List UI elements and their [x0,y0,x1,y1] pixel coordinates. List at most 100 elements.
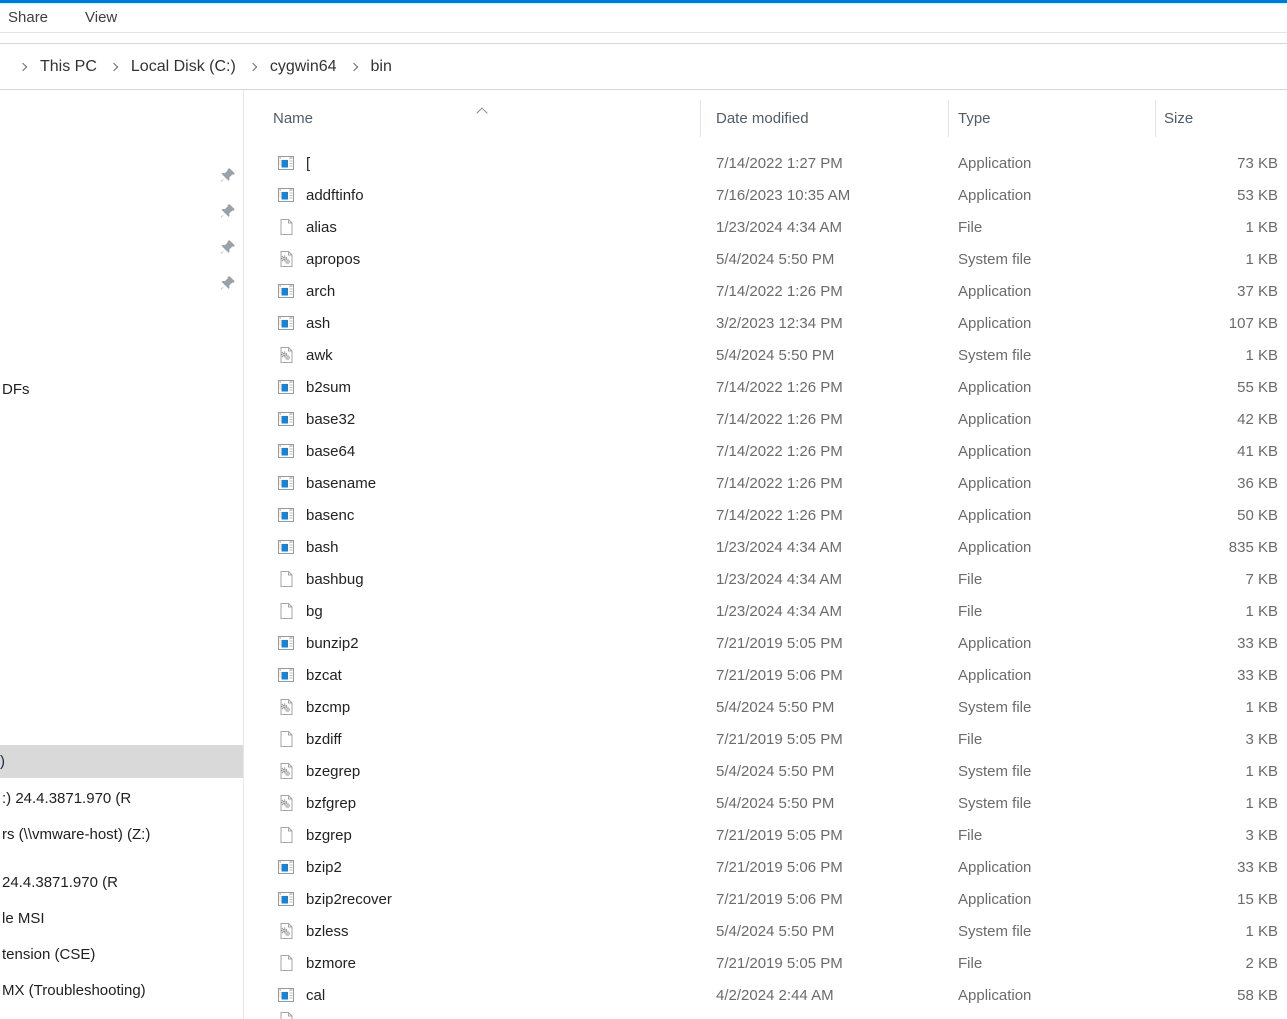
file-name: bzcmp [306,699,350,716]
file-row[interactable]: bzmore7/21/2019 5:05 PMFile2 KB [244,947,1287,979]
file-row[interactable]: alias1/23/2024 4:34 AMFile1 KB [244,211,1287,243]
file-type: Application [948,667,1155,684]
file-row[interactable]: b2sum7/14/2022 1:26 PMApplication55 KB [244,371,1287,403]
chevron-right-icon[interactable] [349,62,357,70]
breadcrumb-local-disk-c[interactable]: Local Disk (C:) [129,54,238,80]
file-row[interactable]: bzfgrep5/4/2024 5:50 PMSystem file1 KB [244,787,1287,819]
file-date-modified: 7/21/2019 5:05 PM [700,827,948,844]
system-file-icon [278,923,294,939]
column-header-type[interactable]: Type [958,100,991,138]
sidebar-item[interactable]: DFs [2,380,30,400]
file-type: Application [948,507,1155,524]
file-name: bash [306,539,339,556]
column-divider[interactable] [1155,100,1156,137]
file-type: Application [948,315,1155,332]
file-row[interactable]: bash1/23/2024 4:34 AMApplication835 KB [244,531,1287,563]
file-row[interactable]: bg1/23/2024 4:34 AMFile1 KB [244,595,1287,627]
menu-tab-view[interactable]: View [85,3,117,33]
file-row[interactable]: addftinfo7/16/2023 10:35 AMApplication53… [244,179,1287,211]
file-name-cell: b2sum [244,379,700,396]
file-row[interactable]: cal4/2/2024 2:44 AMApplication58 KB [244,979,1287,1011]
application-icon [278,187,294,203]
file-row[interactable]: base647/14/2022 1:26 PMApplication41 KB [244,435,1287,467]
column-divider[interactable] [948,100,949,137]
sidebar-item[interactable]: 24.4.3871.970 (R [2,873,118,893]
column-header-date-modified[interactable]: Date modified [716,100,809,138]
file-size: 1 KB [1155,923,1278,940]
pushpin-icon[interactable] [219,166,237,184]
file-row[interactable]: bzcmp5/4/2024 5:50 PMSystem file1 KB [244,691,1287,723]
application-icon [278,283,294,299]
file-row[interactable]: bzip27/21/2019 5:06 PMApplication33 KB [244,851,1287,883]
file-name: bzcat [306,667,342,684]
chevron-right-icon[interactable] [19,62,27,70]
file-name-cell: bzcat [244,667,700,684]
column-header-name[interactable]: Name [273,100,313,138]
file-size: 53 KB [1155,187,1278,204]
file-row[interactable]: bzegrep5/4/2024 5:50 PMSystem file1 KB [244,755,1287,787]
file-row[interactable]: [7/14/2022 1:27 PMApplication73 KB [244,147,1287,179]
file-date-modified: 7/21/2019 5:06 PM [700,859,948,876]
file-row[interactable]: ash3/2/2023 12:34 PMApplication107 KB [244,307,1287,339]
file-type: System file [948,251,1155,268]
file-type: Application [948,155,1155,172]
sort-ascending-icon[interactable] [476,107,487,118]
file-name: bzip2 [306,859,342,876]
file-row[interactable]: base327/14/2022 1:26 PMApplication42 KB [244,403,1287,435]
file-date-modified: 4/2/2024 2:44 AM [700,987,948,1004]
file-row[interactable]: bzgrep7/21/2019 5:05 PMFile3 KB [244,819,1287,851]
file-type: Application [948,443,1155,460]
file-row[interactable]: apropos5/4/2024 5:50 PMSystem file1 KB [244,243,1287,275]
column-divider[interactable] [700,100,701,137]
file-name: apropos [306,251,360,268]
file-name-cell: bzless [244,923,700,940]
file-size: 1 KB [1155,603,1278,620]
breadcrumb-this-pc[interactable]: This PC [38,54,99,80]
file-row[interactable]: bunzip27/21/2019 5:05 PMApplication33 KB [244,627,1287,659]
file-date-modified: 7/16/2023 10:35 AM [700,187,948,204]
file-name-cell: addftinfo [244,187,700,204]
file-row[interactable]: bzip2recover7/21/2019 5:06 PMApplication… [244,883,1287,915]
sidebar-item[interactable]: le MSI [2,909,45,929]
file-row[interactable]: awk5/4/2024 5:50 PMSystem file1 KB [244,339,1287,371]
file-row[interactable]: arch7/14/2022 1:26 PMApplication37 KB [244,275,1287,307]
pushpin-icon[interactable] [219,202,237,220]
column-header-size[interactable]: Size [1164,100,1193,138]
file-type: File [948,731,1155,748]
file-type: Application [948,987,1155,1004]
file-row[interactable]: bzdiff7/21/2019 5:05 PMFile3 KB [244,723,1287,755]
sidebar-item-selected[interactable]: ) [0,745,243,778]
menu-tab-share[interactable]: Share [8,3,48,33]
file-size: 2 KB [1155,955,1278,972]
file-row[interactable]: basename7/14/2022 1:26 PMApplication36 K… [244,467,1287,499]
file-row[interactable]: basenc7/14/2022 1:26 PMApplication50 KB [244,499,1287,531]
file-name: bzegrep [306,763,360,780]
application-icon [278,315,294,331]
pushpin-icon[interactable] [219,274,237,292]
file-date-modified: 1/23/2024 4:34 AM [700,571,948,588]
file-name: ash [306,315,330,332]
chevron-right-icon[interactable] [110,62,118,70]
file-date-modified: 5/4/2024 5:50 PM [700,923,948,940]
sidebar-item[interactable]: MX (Troubleshooting) [2,981,146,1001]
file-name: bzless [306,923,349,940]
file-name: bzmore [306,955,356,972]
sidebar-item[interactable]: rs (\\vmware-host) (Z:) [2,825,150,845]
system-file-icon [278,347,294,363]
breadcrumb-cygwin64[interactable]: cygwin64 [268,54,339,80]
file-name: bzgrep [306,827,352,844]
file-name-cell: awk [244,347,700,364]
address-bar[interactable]: This PC Local Disk (C:) cygwin64 bin [0,43,1287,90]
file-row[interactable]: bashbug1/23/2024 4:34 AMFile7 KB [244,563,1287,595]
chevron-right-icon[interactable] [249,62,257,70]
sidebar-item[interactable]: :) 24.4.3871.970 (R [2,789,131,809]
breadcrumb-bin[interactable]: bin [369,54,394,80]
file-type: Application [948,283,1155,300]
pushpin-icon[interactable] [219,238,237,256]
file-size: 1 KB [1155,795,1278,812]
file-size: 3 KB [1155,827,1278,844]
sidebar-item[interactable]: tension (CSE) [2,945,95,965]
file-row[interactable]: bzless5/4/2024 5:50 PMSystem file1 KB [244,915,1287,947]
file-row[interactable]: bzcat7/21/2019 5:06 PMApplication33 KB [244,659,1287,691]
application-icon [278,635,294,651]
